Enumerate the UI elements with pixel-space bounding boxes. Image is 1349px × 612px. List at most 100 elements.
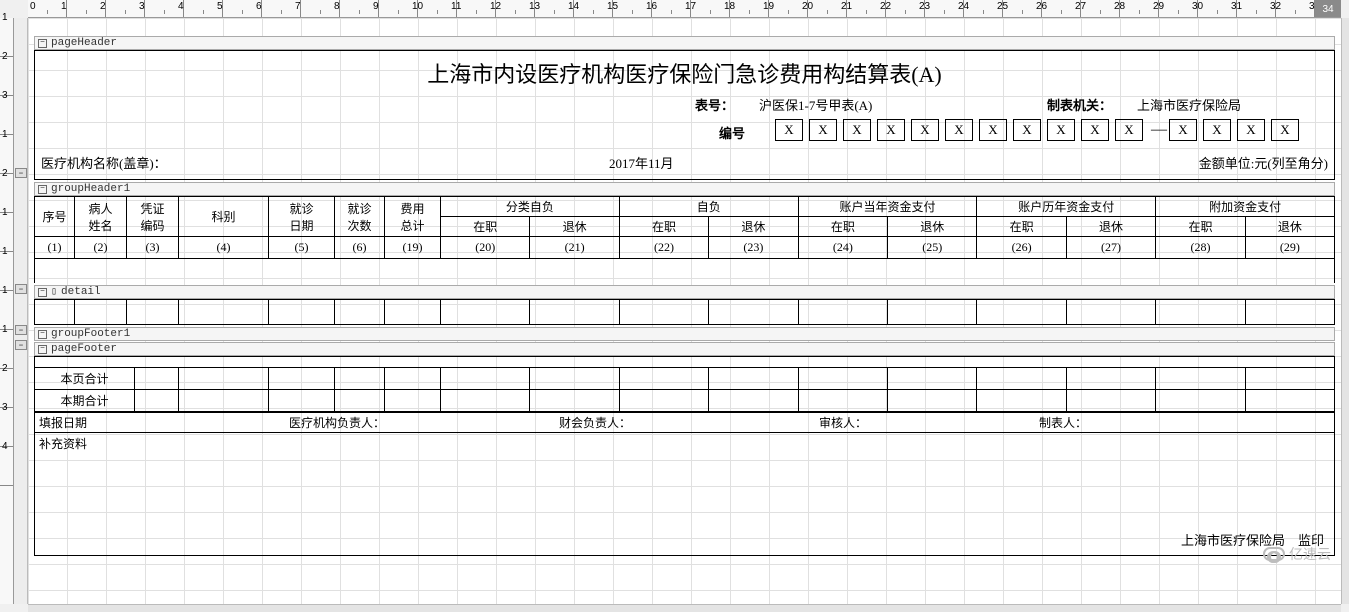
- band-label: pageHeader: [51, 37, 117, 49]
- num-col: (25): [888, 237, 977, 259]
- num-col: (2): [75, 237, 127, 259]
- total-label: 本页合计: [35, 368, 135, 390]
- total-label: 本期合计: [35, 390, 135, 412]
- collapse-icon[interactable]: −: [38, 39, 47, 48]
- detail-cell: [335, 300, 385, 325]
- meta-row-3: 医疗机构名称(盖章)： 2017年11月 金额单位:元(列至角分): [35, 149, 1334, 175]
- ruler-vertical[interactable]: 123121111234: [0, 18, 14, 604]
- meta-row-2: 编号 XXXXXXXXXXX—XXXX: [35, 117, 1334, 149]
- meta-row-1: 表号： 沪医保1-7号甲表(A) 制表机关： 上海市医疗保险局: [35, 91, 1334, 117]
- bianhao-box: X: [775, 119, 803, 141]
- num-col: (26): [977, 237, 1066, 259]
- num-col: (19): [385, 237, 441, 259]
- num-col: (24): [799, 237, 888, 259]
- bianhao-box: X: [1271, 119, 1299, 141]
- detail-cell: [620, 300, 709, 325]
- biaohao-label: 表号：: [695, 95, 734, 114]
- num-col: (20): [441, 237, 530, 259]
- detail-cell: [269, 300, 335, 325]
- detail-cell: [799, 300, 888, 325]
- band-pagefooter[interactable]: − pageFooter: [34, 342, 1335, 356]
- zhibiao-label: 制表机关：: [1047, 95, 1112, 114]
- sub-col: 在职: [799, 217, 888, 237]
- col-code: 凭证 编码: [127, 197, 179, 237]
- col-seq: 序号: [35, 197, 75, 237]
- collapse-icon[interactable]: −: [38, 185, 47, 194]
- detail-cell: [441, 300, 530, 325]
- bianhao-label: 编号: [719, 123, 745, 142]
- zhibiao-value: 上海市医疗保险局: [1137, 95, 1241, 114]
- bianhao-box: X: [911, 119, 939, 141]
- supplement: 补充资料: [35, 432, 1334, 530]
- num-col: (4): [179, 237, 269, 259]
- column-header-table: 序号 病人 姓名 凭证 编码 科别 就诊 日期 就诊 次数 费用 总计 分类自负…: [35, 196, 1334, 259]
- sub-col: 在职: [441, 217, 530, 237]
- band-handle[interactable]: =: [15, 168, 27, 178]
- band-rail: = = = =: [14, 18, 28, 604]
- bianhao-box: X: [877, 119, 905, 141]
- num-col: (6): [335, 237, 385, 259]
- num-col: (23): [709, 237, 798, 259]
- collapse-icon[interactable]: −: [38, 345, 47, 354]
- band-handle[interactable]: =: [15, 284, 27, 294]
- band-groupfooter[interactable]: − groupFooter1: [34, 327, 1335, 341]
- sub-col: 在职: [977, 217, 1066, 237]
- detail-content: [34, 299, 1335, 325]
- bianhao-box: X: [1115, 119, 1143, 141]
- sub-col: 退休: [530, 217, 619, 237]
- ruler-horizontal[interactable]: 0123456789101112131415161718192021222324…: [28, 0, 1341, 18]
- detail-cell: [977, 300, 1066, 325]
- grp-fujia: 附加资金支付: [1156, 197, 1334, 217]
- unit: 金额单位:元(列至角分): [1199, 153, 1328, 172]
- signature-line: 填报日期 医疗机构负责人： 财会负责人： 审核人： 制表人：: [35, 412, 1334, 432]
- grp-linian: 账户历年资金支付: [977, 197, 1156, 217]
- col-date: 就诊 日期: [269, 197, 335, 237]
- detail-cell: [709, 300, 798, 325]
- db-icon: ▯: [51, 286, 57, 298]
- biaohao-value: 沪医保1-7号甲表(A): [759, 95, 872, 114]
- band-pageheader[interactable]: − pageHeader: [34, 36, 1335, 50]
- band-label: detail: [61, 286, 101, 298]
- report-title: 上海市内设医疗机构医疗保险门急诊费用构结算表(A): [35, 51, 1334, 91]
- detail-cell: [385, 300, 441, 325]
- sub-col: 在职: [620, 217, 709, 237]
- num-col: (5): [269, 237, 335, 259]
- sub-col: 退休: [1067, 217, 1156, 237]
- collapse-icon[interactable]: −: [38, 330, 47, 339]
- detail-cell: [179, 300, 269, 325]
- detail-cell: [1156, 300, 1245, 325]
- col-total: 费用 总计: [385, 197, 441, 237]
- num-col: (29): [1246, 237, 1334, 259]
- bianhao-box: X: [945, 119, 973, 141]
- grp-dangnian: 账户当年资金支付: [799, 197, 978, 217]
- pageheader-content: 上海市内设医疗机构医疗保险门急诊费用构结算表(A) 表号： 沪医保1-7号甲表(…: [34, 50, 1335, 180]
- band-groupheader[interactable]: − groupHeader1: [34, 182, 1335, 196]
- band-detail[interactable]: − ▯ detail: [34, 285, 1335, 299]
- num-col: (22): [620, 237, 709, 259]
- pagefooter-content: 本页合计 本期合计 填报日期 医疗机构负责人： 财会负责人： 审核人： 制表人：…: [34, 356, 1335, 556]
- bianhao-box: X: [1169, 119, 1197, 141]
- sub-col: 退休: [888, 217, 977, 237]
- org-label: 医疗机构名称(盖章)：: [41, 153, 167, 172]
- grp-zifu: 自负: [620, 197, 799, 217]
- collapse-icon[interactable]: −: [38, 288, 47, 297]
- band-handle[interactable]: =: [15, 340, 27, 350]
- bianhao-box: X: [1203, 119, 1231, 141]
- scrollbar-vertical[interactable]: [1341, 18, 1349, 604]
- bianhao-boxes: XXXXXXXXXXX—XXXX: [775, 119, 1305, 141]
- num-col: (1): [35, 237, 75, 259]
- design-canvas[interactable]: − pageHeader 上海市内设医疗机构医疗保险门急诊费用构结算表(A) 表…: [28, 18, 1341, 604]
- num-col: (28): [1156, 237, 1245, 259]
- bianhao-box: X: [809, 119, 837, 141]
- detail-cell: [888, 300, 977, 325]
- detail-cell: [127, 300, 179, 325]
- auditor: 审核人：: [815, 414, 1035, 431]
- bianhao-box: X: [843, 119, 871, 141]
- detail-cell: [75, 300, 127, 325]
- scrollbar-horizontal[interactable]: [28, 604, 1341, 612]
- band-handle[interactable]: =: [15, 325, 27, 335]
- band-label: groupFooter1: [51, 328, 130, 340]
- sub-col: 在职: [1156, 217, 1245, 237]
- seal: 监印: [1298, 533, 1324, 548]
- col-name: 病人 姓名: [75, 197, 127, 237]
